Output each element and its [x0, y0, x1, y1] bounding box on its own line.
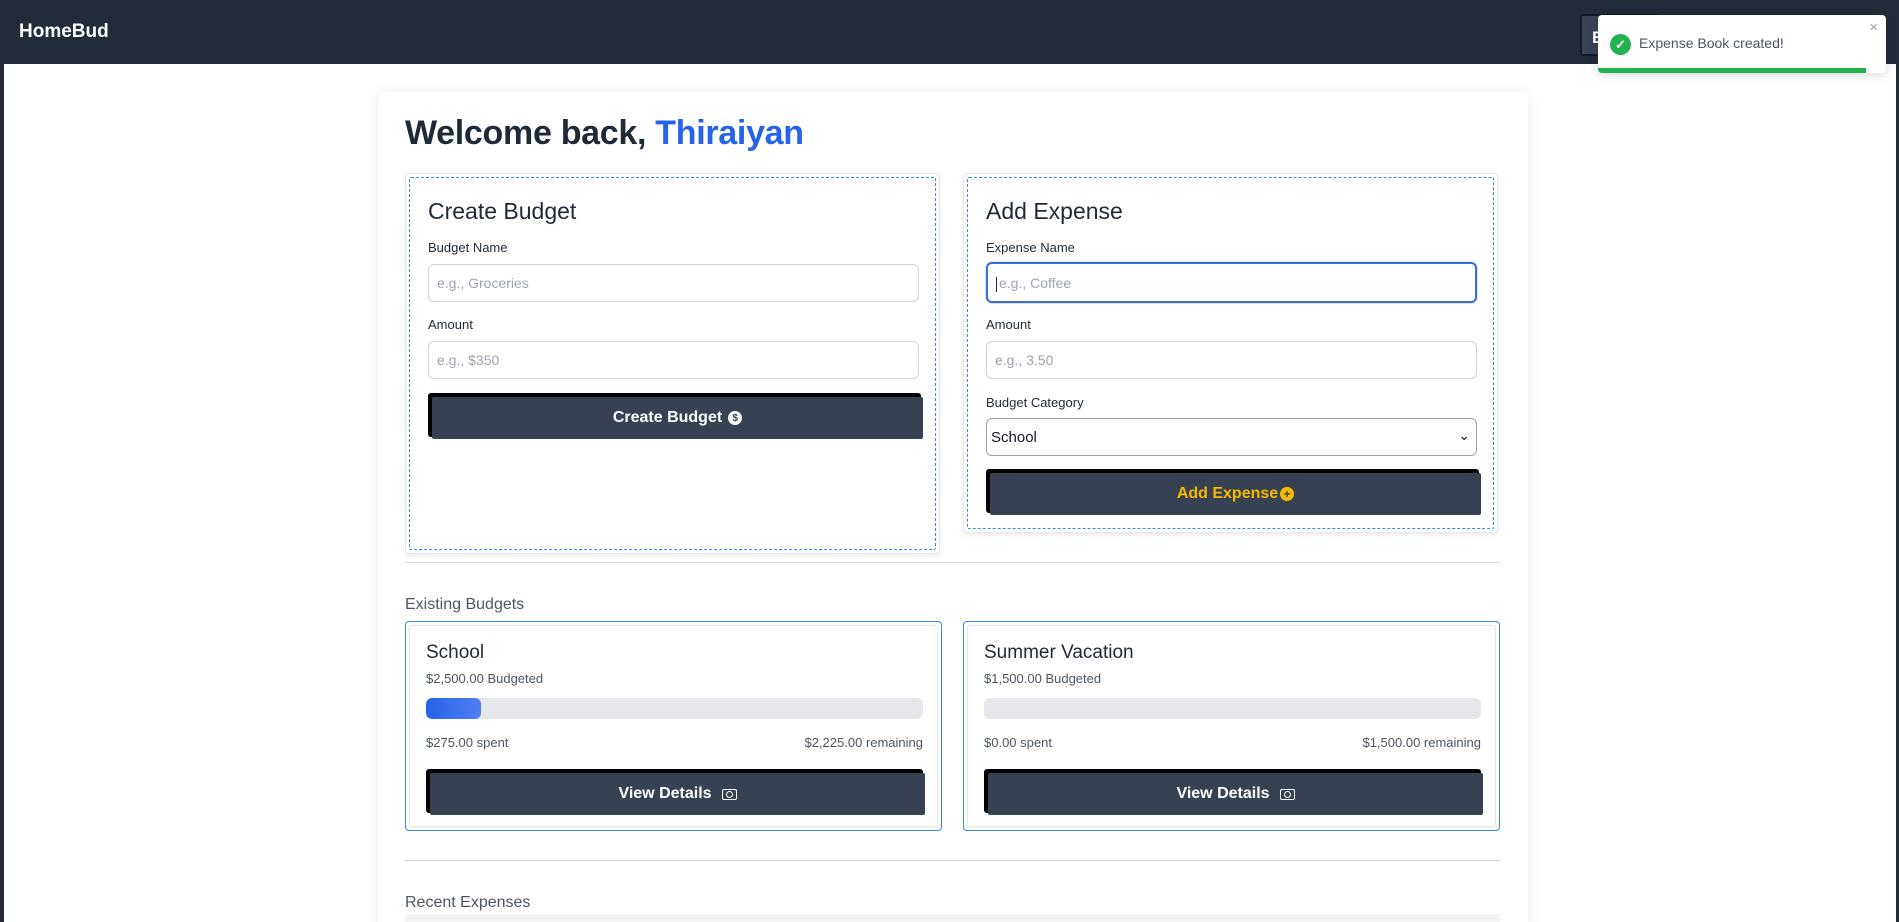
budget-amount: $2,500.00 Budgeted: [426, 671, 544, 686]
budget-category-value: School: [991, 429, 1037, 446]
budget-amount-label: Amount: [428, 317, 473, 332]
expense-amount-input[interactable]: e.g., 3.50: [986, 341, 1477, 379]
create-budget-button-face: Create Budget $: [432, 397, 923, 439]
add-expense-button-label: Add Expense: [1176, 485, 1279, 502]
left-frame-edge: [0, 64, 4, 922]
expense-amount-label: Amount: [986, 317, 1031, 332]
add-expense-card: Add Expense Expense Name e.g., Coffee Am…: [963, 173, 1498, 533]
budget-name: Summer Vacation: [984, 642, 1134, 663]
budget-progress-bar: [984, 698, 1481, 719]
budget-remaining: $2,225.00 remaining: [804, 735, 923, 750]
create-budget-button[interactable]: Create Budget $: [428, 393, 923, 439]
create-budget-title: Create Budget: [428, 198, 577, 224]
text-caret: [996, 276, 997, 292]
budget-card-summer-vacation: Summer Vacation $1,500.00 Budgeted $0.00…: [963, 621, 1500, 831]
existing-budgets-title: Existing Budgets: [405, 596, 525, 613]
budget-amount-input[interactable]: e.g., $350: [428, 341, 919, 379]
greeting-text: Welcome back,: [405, 114, 647, 152]
expense-name-input[interactable]: e.g., Coffee: [986, 262, 1477, 303]
banknote-icon: [1279, 788, 1295, 800]
view-details-button[interactable]: View Details: [426, 769, 925, 815]
budget-progress-bar: [426, 698, 923, 719]
create-budget-card: Create Budget Budget Name e.g., Grocerie…: [405, 173, 940, 554]
budget-spent: $0.00 spent: [984, 735, 1052, 750]
plus-circle-icon: +: [1280, 487, 1295, 501]
banknote-icon: [721, 788, 737, 800]
expense-name-label: Expense Name: [986, 240, 1075, 255]
brand-logo[interactable]: HomeBud: [19, 21, 109, 43]
view-details-label: View Details: [618, 785, 712, 802]
toast-message: Expense Book created!: [1639, 35, 1784, 51]
recent-expenses-title: Recent Expenses: [405, 894, 531, 911]
check-circle-icon: ✓: [1610, 34, 1631, 55]
dollar-circle-icon: $: [728, 411, 743, 425]
section-divider: [405, 562, 1500, 563]
user-name: Thiraiyan: [655, 114, 804, 152]
view-details-button-face: View Details: [988, 773, 1483, 815]
add-expense-button-face: Add Expense +: [990, 473, 1481, 515]
toast-notification: ✓ Expense Book created! ×: [1598, 15, 1886, 73]
budget-category-label: Budget Category: [986, 395, 1084, 410]
chevron-down-icon: ⌄: [1458, 427, 1470, 443]
add-expense-button[interactable]: Add Expense +: [986, 469, 1481, 515]
budget-card-school: School $2,500.00 Budgeted $275.00 spent …: [405, 621, 942, 831]
view-details-button-face: View Details: [430, 773, 925, 815]
budget-progress-fill: [426, 698, 481, 719]
budget-category-select[interactable]: School ⌄: [986, 418, 1477, 456]
expense-name-placeholder: e.g., Coffee: [999, 275, 1072, 291]
add-expense-title: Add Expense: [986, 198, 1123, 224]
view-details-label: View Details: [1176, 785, 1270, 802]
recent-expenses-table-header: [405, 914, 1500, 922]
budget-name: School: [426, 642, 485, 663]
budget-amount: $1,500.00 Budgeted: [984, 671, 1102, 686]
toast-progress-bar: [1598, 68, 1866, 73]
close-icon[interactable]: ×: [1869, 19, 1878, 36]
create-budget-button-label: Create Budget: [612, 409, 723, 426]
budget-name-label: Budget Name: [428, 240, 508, 255]
view-details-button[interactable]: View Details: [984, 769, 1483, 815]
budget-spent: $275.00 spent: [426, 735, 509, 750]
section-divider: [405, 860, 1500, 861]
budget-name-input[interactable]: e.g., Groceries: [428, 264, 919, 302]
page-title: Welcome back, Thiraiyan: [405, 114, 804, 153]
budget-remaining: $1,500.00 remaining: [1362, 735, 1481, 750]
